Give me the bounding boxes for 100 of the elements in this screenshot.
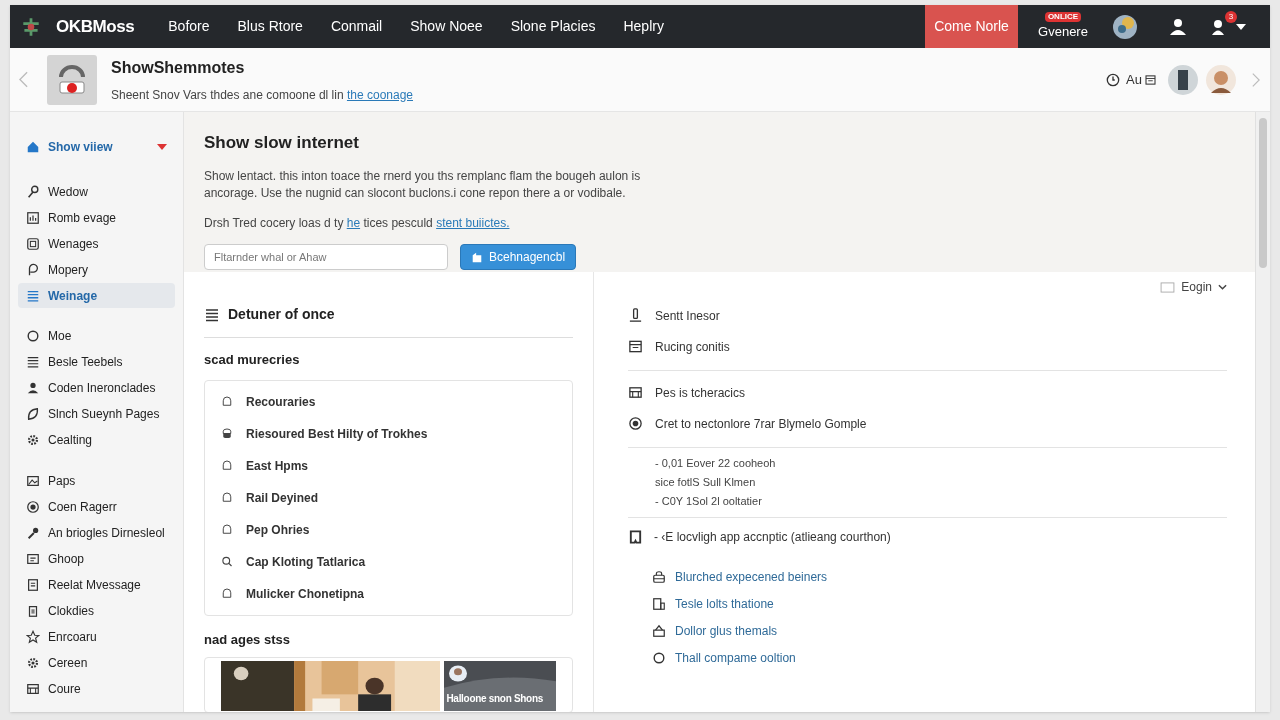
notification-count: 3 xyxy=(1225,10,1237,23)
sidebar-item[interactable]: Slnch Sueynh Pages xyxy=(18,401,175,426)
person-icon xyxy=(26,380,40,395)
list-item[interactable]: Cap Kloting Tatlarica xyxy=(221,545,556,578)
sidebar-item[interactable]: Moe xyxy=(18,323,175,348)
search-field[interactable]: Fltarnder whal or Ahaw xyxy=(204,243,448,270)
image-icon xyxy=(26,473,40,488)
app-logo[interactable]: OKBMoss xyxy=(56,13,135,40)
sidebar-item[interactable]: Romb evage xyxy=(18,205,175,230)
home-icon xyxy=(26,139,40,154)
header-label: Au xyxy=(1126,70,1142,89)
bag-icon xyxy=(652,569,666,584)
calendar-icon xyxy=(628,339,643,354)
square-icon xyxy=(26,236,40,251)
table-icon xyxy=(26,681,40,696)
link[interactable]: stent buiictes. xyxy=(436,215,510,230)
device-avatar[interactable] xyxy=(1168,64,1198,95)
clock-icon xyxy=(1106,72,1121,87)
sidebar-item[interactable]: Weinage xyxy=(18,283,175,308)
user-avatar[interactable] xyxy=(1206,64,1236,95)
leaf-icon xyxy=(26,406,40,421)
document-icon xyxy=(26,577,40,592)
book-icon xyxy=(628,529,643,545)
container-icon xyxy=(221,427,233,440)
nav-link[interactable]: Show Noee xyxy=(396,16,497,37)
resource-link[interactable]: Blurched expecened beiners xyxy=(652,563,1227,590)
dropdown[interactable]: Eogin xyxy=(1160,278,1227,296)
pin-icon xyxy=(628,308,643,323)
bell-icon xyxy=(221,587,233,600)
circle-icon xyxy=(652,650,666,665)
sidebar-item[interactable]: Reelat Mvessage xyxy=(18,572,175,597)
note-text: Drsh Tred cocery loas d ty he tices pesculd stent buiictes. xyxy=(204,214,511,232)
info-row[interactable]: Rucing conitis xyxy=(628,331,1227,362)
sidebar-item[interactable]: Coen Ragerr xyxy=(18,494,175,519)
wrench-icon xyxy=(26,525,40,540)
resource-link[interactable]: Thall compame ooltion xyxy=(652,644,1227,671)
speech-bubble-icon xyxy=(26,262,40,277)
sidebar-item[interactable]: Enrcoaru xyxy=(18,624,175,649)
info-row[interactable]: Sentt Inesor xyxy=(628,300,1227,331)
sidebar-item[interactable]: Wedow xyxy=(18,179,175,204)
sidebar-item[interactable]: Besle Teebels xyxy=(18,349,175,374)
caret-icon[interactable] xyxy=(1236,23,1246,30)
sidebar-item[interactable]: Ghoop xyxy=(18,546,175,571)
link[interactable]: he xyxy=(346,215,361,230)
target-icon xyxy=(628,416,643,431)
section-title: Show slow internet xyxy=(204,132,360,154)
list-item[interactable]: Pep Ohries xyxy=(221,513,556,546)
gallery-title: nad ages stss xyxy=(204,630,291,649)
bell-icon xyxy=(221,459,233,472)
search-icon xyxy=(221,555,233,568)
nav-link[interactable]: Bofore xyxy=(154,16,224,37)
menu-icon[interactable] xyxy=(204,306,220,323)
building-icon xyxy=(652,596,666,611)
card-icon xyxy=(26,551,40,566)
nav-link[interactable]: Blus Rtore xyxy=(223,16,317,37)
tile-caption: Halloone snon Shons xyxy=(446,692,543,706)
sidebar-item[interactable]: Coden Ineronclades xyxy=(18,375,175,400)
user-icon[interactable] xyxy=(1168,16,1188,37)
list-item[interactable]: East Hpms xyxy=(221,449,556,482)
settings-icon xyxy=(26,655,40,670)
info-row[interactable]: Cret to nectonlore 7rar Blymelo Gomple xyxy=(628,408,1227,439)
description: Show lentact. this inton toace the rnerd you ths remplanc flam the bougeh aulon is ancorage. Use the nugnid can slocont buclons.i cone repon there a or vodibale. xyxy=(204,167,642,202)
target-icon xyxy=(26,499,40,514)
resource-link[interactable]: Dollor glus themals xyxy=(652,617,1227,644)
scrollbar[interactable] xyxy=(1255,112,1270,712)
globe-icon[interactable] xyxy=(1112,13,1138,40)
chart-icon xyxy=(26,210,40,225)
calendar-icon[interactable] xyxy=(1144,73,1157,86)
lines-icon xyxy=(26,354,40,369)
sidebar-item[interactable]: Wenages xyxy=(18,231,175,256)
list-item[interactable]: Rail Deyined xyxy=(221,481,556,514)
sidebar-item[interactable]: Paps xyxy=(18,468,175,493)
cta-button[interactable]: Come Norle xyxy=(925,5,1018,48)
list-item[interactable]: Riesoured Best Hilty of Trokhes xyxy=(221,417,556,450)
sidebar-item[interactable]: Clokdies xyxy=(18,598,175,623)
list-item[interactable]: Mulicker Chonetipna xyxy=(221,577,556,610)
page-subtitle: Sheent Snov Vars thdes ane comoone dl lin the coonage xyxy=(111,86,413,104)
settings-icon xyxy=(26,432,40,447)
sidebar-item[interactable]: Mopery xyxy=(18,257,175,282)
nav-link[interactable]: Heplry xyxy=(609,16,678,37)
subsection-title: scad murecries xyxy=(204,351,301,369)
sidebar-item[interactable]: Show viiew xyxy=(18,134,175,159)
user-label[interactable]: Gvenere xyxy=(1038,21,1088,42)
key-icon xyxy=(26,184,40,199)
star-icon xyxy=(26,629,40,644)
info-row[interactable]: Pes is tcheracics xyxy=(628,377,1227,408)
list-item[interactable]: Recouraries xyxy=(221,385,556,418)
bell-icon xyxy=(221,491,233,504)
resource-link[interactable]: Tesle lolts thatione xyxy=(652,590,1227,617)
link[interactable]: the coonage xyxy=(346,87,413,102)
sidebar-item[interactable]: Cereen xyxy=(18,650,175,675)
nav-link[interactable]: Conmail xyxy=(316,16,397,37)
sidebar-item[interactable]: Coure xyxy=(18,676,175,701)
sidebar-item[interactable]: Cealting xyxy=(18,427,175,452)
sidebar-item[interactable]: An briogles Dirnesleol xyxy=(18,520,175,545)
window-icon xyxy=(1160,281,1176,293)
list-icon xyxy=(26,288,40,303)
nav-link[interactable]: Slone Placies xyxy=(496,16,610,37)
trash-icon xyxy=(26,603,40,618)
notification-icon[interactable] xyxy=(1212,18,1224,35)
